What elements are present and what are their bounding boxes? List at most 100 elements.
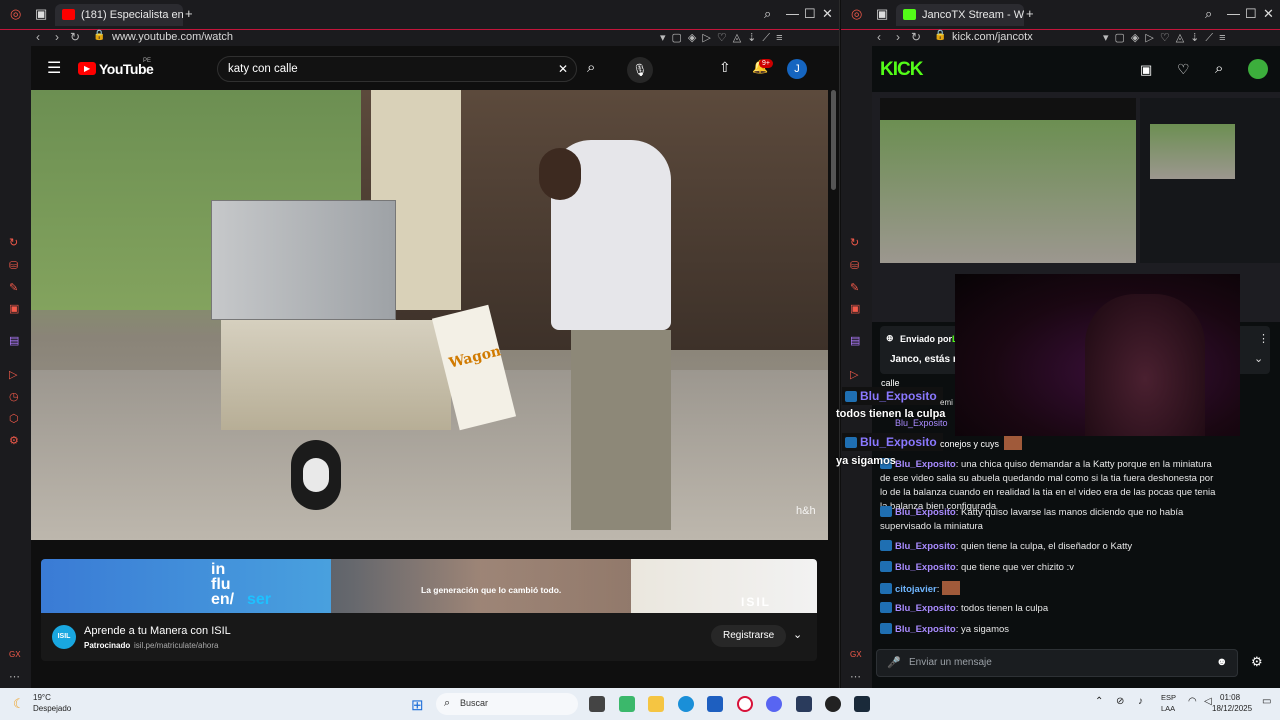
messenger-icon[interactable]: ▣	[9, 302, 19, 315]
browse-icon[interactable]: ▣	[1140, 62, 1152, 78]
discord-icon[interactable]	[766, 696, 782, 712]
chat-username[interactable]: Blu_Exposito	[895, 541, 956, 552]
chat-input[interactable]: 🎤 Enviar un mensaje ☻	[876, 649, 1238, 677]
video-player[interactable]: Wagon h&h	[31, 90, 828, 540]
collapse-icon[interactable]: ⌄	[1254, 352, 1263, 365]
twitch-icon[interactable]: ▤	[850, 334, 860, 347]
chat-username[interactable]: Blu_Exposito	[895, 459, 956, 470]
opera-gx-icon[interactable]: ◎	[851, 6, 862, 22]
mic-icon[interactable]: 🎤	[887, 656, 901, 669]
maximize-button[interactable]: ☐	[1245, 6, 1257, 22]
settings-icon[interactable]: ⚙	[9, 434, 19, 447]
chevron-down-icon[interactable]: ⌄	[793, 628, 802, 641]
player-icon[interactable]: ▷	[9, 368, 17, 381]
workspace-icon[interactable]: ▣	[35, 6, 47, 22]
search-icon[interactable]: ⌕	[1215, 60, 1223, 77]
avatar[interactable]: J	[787, 59, 807, 79]
more-icon[interactable]: ⋯	[9, 670, 20, 683]
scrollbar-thumb[interactable]	[831, 90, 836, 190]
ad-url[interactable]: isil.pe/matriculate/ahora	[134, 641, 218, 650]
clock-date[interactable]: 18/12/2025	[1212, 704, 1252, 713]
chat-username[interactable]: Blu_Exposito	[895, 603, 956, 614]
toolbar-icons[interactable]: ▾▢◈▷♡◬⇣⟋≡	[660, 31, 789, 45]
minimize-button[interactable]: —	[786, 6, 799, 21]
chat-username[interactable]: Blu_Exposito	[895, 507, 956, 518]
notes-icon[interactable]: ✎	[9, 281, 18, 294]
search-icon[interactable]: ⌕	[587, 59, 595, 76]
close-button[interactable]: ✕	[822, 6, 833, 22]
app-icon[interactable]	[796, 696, 812, 712]
chat-username[interactable]: Blu_Exposito	[895, 562, 956, 573]
notification-center-icon[interactable]: ▭	[1262, 696, 1271, 707]
back-button[interactable]: ‹	[877, 30, 881, 44]
lang-1[interactable]: ESP	[1161, 693, 1176, 702]
clock-time[interactable]: 01:08	[1220, 693, 1240, 702]
history-icon[interactable]: ↻	[9, 236, 18, 249]
clock-icon[interactable]: ◷	[9, 390, 19, 403]
reload-button[interactable]: ↻	[70, 30, 80, 44]
settings-icon[interactable]: ⚙	[1251, 654, 1263, 670]
wifi-icon[interactable]: ◠	[1188, 696, 1197, 707]
reload-button[interactable]: ↻	[911, 30, 921, 44]
taskbar-search[interactable]: ⌕ Buscar	[436, 693, 578, 715]
toolbar-icons[interactable]: ▾▢◈▷♡◬⇣⟋≡	[1103, 31, 1232, 45]
maximize-button[interactable]: ☐	[804, 6, 816, 22]
url-field[interactable]: www.youtube.com/watch	[112, 31, 233, 43]
new-tab-button[interactable]: +	[1026, 6, 1034, 21]
kick-logo[interactable]: KICK	[880, 59, 923, 81]
widgets-icon[interactable]	[619, 696, 635, 712]
bag-icon[interactable]: ⛁	[850, 259, 859, 272]
url-field[interactable]: kick.com/jancotx	[952, 31, 1033, 43]
notes-icon[interactable]: ✎	[850, 281, 859, 294]
mic-tray-icon[interactable]: ♪	[1138, 696, 1143, 707]
edge-icon[interactable]	[678, 696, 694, 712]
start-icon[interactable]: ⊞	[411, 696, 424, 714]
messenger-icon[interactable]: ▣	[850, 302, 860, 315]
chat-username[interactable]: citojavier	[895, 584, 937, 595]
cube-icon[interactable]: ⬡	[9, 412, 19, 425]
network-off-icon[interactable]: ⊘	[1116, 696, 1124, 707]
search-tabs-icon[interactable]: ⌕	[1205, 6, 1212, 22]
ad-banner[interactable]: in flu en/ ser La generación que lo camb…	[41, 559, 817, 613]
history-icon[interactable]: ↻	[850, 236, 859, 249]
more-options-icon[interactable]: ⋮	[1258, 332, 1269, 345]
app2-icon[interactable]	[854, 696, 870, 712]
more-icon[interactable]: ⋯	[850, 670, 861, 683]
scrollbar[interactable]	[828, 90, 839, 680]
volume-icon[interactable]: ◁	[1204, 696, 1212, 707]
search-tabs-icon[interactable]: ⌕	[764, 6, 771, 22]
weather-text[interactable]: Despejado	[33, 704, 71, 713]
search-box[interactable]: katy con calle ✕	[217, 56, 577, 82]
avatar[interactable]	[1248, 59, 1268, 79]
ad-register-button[interactable]: Registrarse	[711, 625, 787, 647]
forward-button[interactable]: ›	[55, 30, 59, 44]
back-button[interactable]: ‹	[36, 30, 40, 44]
workspace-icon[interactable]: ▣	[876, 6, 888, 22]
search-input[interactable]: katy con calle	[228, 63, 298, 75]
forward-button[interactable]: ›	[896, 30, 900, 44]
obs-icon[interactable]	[825, 696, 841, 712]
player-icon[interactable]: ▷	[850, 368, 858, 381]
ad-logo[interactable]: ISIL	[52, 625, 76, 649]
new-tab-button[interactable]: +	[185, 6, 193, 21]
chat-username[interactable]: Blu_Exposito	[895, 624, 956, 635]
weather-temp[interactable]: 19°C	[33, 693, 51, 702]
tray-chevron-icon[interactable]: ⌃	[1095, 696, 1103, 707]
task-view-icon[interactable]	[589, 696, 605, 712]
tab-youtube[interactable]: (181) Especialista en regal	[55, 4, 183, 26]
heart-icon[interactable]: ♡	[1177, 61, 1190, 78]
ad-title[interactable]: Aprende a tu Manera con ISIL	[84, 625, 231, 637]
opera-gx-taskbar-icon[interactable]	[737, 696, 753, 712]
lang-2[interactable]: LAA	[1161, 704, 1175, 713]
bag-icon[interactable]: ⛁	[9, 259, 18, 272]
clear-search-icon[interactable]: ✕	[558, 62, 568, 76]
store-icon[interactable]	[707, 696, 723, 712]
close-button[interactable]: ✕	[1263, 6, 1274, 22]
voice-search-icon[interactable]: 🎙	[627, 57, 653, 83]
menu-icon[interactable]: ☰	[47, 58, 61, 78]
opera-gx-icon[interactable]: ◎	[10, 6, 21, 22]
emoji-icon[interactable]: ☻	[1216, 656, 1228, 668]
weather-icon[interactable]: ☾	[13, 696, 25, 712]
twitch-icon[interactable]: ▤	[9, 334, 19, 347]
file-explorer-icon[interactable]	[648, 696, 664, 712]
